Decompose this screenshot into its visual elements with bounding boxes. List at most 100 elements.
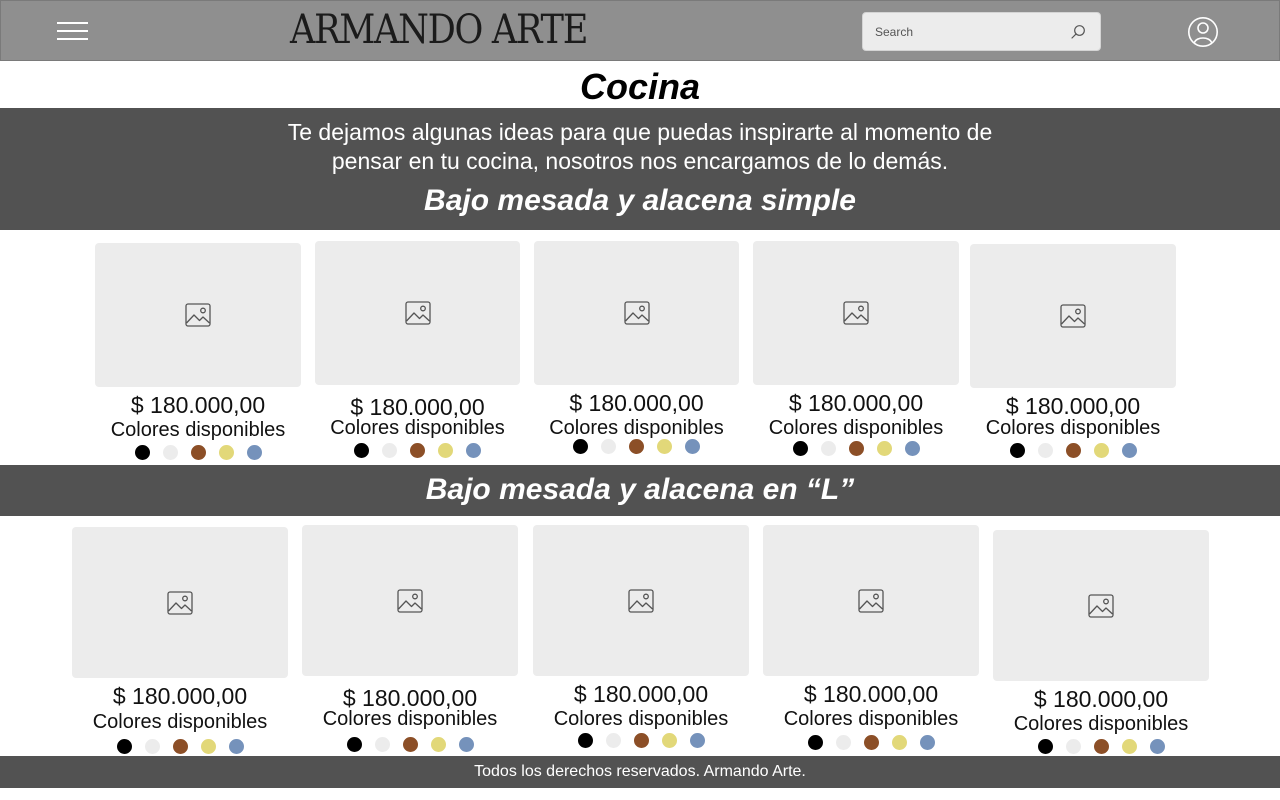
color-swatch-blue[interactable] bbox=[689, 733, 705, 748]
colors-available-label: Colores disponibles bbox=[330, 417, 505, 439]
color-swatch-white[interactable] bbox=[1037, 443, 1053, 458]
product-image[interactable] bbox=[763, 525, 979, 676]
color-swatch-brown[interactable] bbox=[402, 737, 418, 752]
color-swatch-white[interactable] bbox=[162, 445, 178, 460]
footer-text: Todos los derechos reservados. Armando A… bbox=[474, 763, 806, 780]
colors-available-label: Colores disponibles bbox=[1013, 713, 1189, 735]
product-price: $ 180.000,00 bbox=[130, 392, 266, 418]
color-swatch-yellow[interactable] bbox=[1121, 739, 1137, 754]
site-footer: Todos los derechos reservados. Armando A… bbox=[0, 756, 1280, 788]
color-swatch-black[interactable] bbox=[116, 739, 132, 754]
color-swatch-white[interactable] bbox=[601, 439, 616, 454]
color-swatch-yellow[interactable] bbox=[876, 441, 892, 456]
image-placeholder-icon bbox=[858, 588, 884, 613]
color-swatches bbox=[970, 443, 1176, 461]
color-swatch-blue[interactable] bbox=[685, 439, 700, 454]
color-swatch-black[interactable] bbox=[573, 439, 588, 454]
color-swatches bbox=[315, 443, 520, 461]
image-placeholder-icon bbox=[843, 301, 869, 325]
color-swatch-blue[interactable] bbox=[228, 739, 244, 754]
color-swatch-brown[interactable] bbox=[190, 445, 206, 460]
product-image[interactable] bbox=[302, 525, 518, 676]
color-swatch-black[interactable] bbox=[807, 735, 823, 750]
colors-available-label: Colores disponibles bbox=[553, 708, 729, 730]
section-title-l: Bajo mesada y alacena en “L” bbox=[425, 473, 855, 506]
color-swatch-white[interactable] bbox=[382, 443, 397, 458]
color-swatch-white[interactable] bbox=[835, 735, 851, 750]
color-swatch-blue[interactable] bbox=[1149, 739, 1165, 754]
hamburger-menu-icon[interactable] bbox=[57, 21, 88, 41]
color-swatch-white[interactable] bbox=[605, 733, 621, 748]
product-image[interactable] bbox=[970, 244, 1176, 388]
color-swatch-yellow[interactable] bbox=[430, 737, 446, 752]
color-swatch-black[interactable] bbox=[577, 733, 593, 748]
image-placeholder-icon bbox=[167, 590, 193, 615]
color-swatch-yellow[interactable] bbox=[218, 445, 234, 460]
page-title: Cocina bbox=[579, 66, 701, 107]
color-swatch-brown[interactable] bbox=[172, 739, 188, 754]
color-swatch-black[interactable] bbox=[792, 441, 808, 456]
color-swatches bbox=[993, 739, 1209, 757]
color-swatches bbox=[534, 439, 739, 457]
color-swatch-brown[interactable] bbox=[1065, 443, 1081, 458]
color-swatches bbox=[302, 737, 518, 755]
intro-band: Te dejamos algunas ideas para que puedas… bbox=[0, 108, 1280, 230]
product-price: $ 180.000,00 bbox=[788, 390, 924, 416]
product-image[interactable] bbox=[72, 527, 288, 678]
color-swatch-blue[interactable] bbox=[919, 735, 935, 750]
color-swatch-brown[interactable] bbox=[863, 735, 879, 750]
product-image[interactable] bbox=[993, 530, 1209, 681]
product-image[interactable] bbox=[533, 525, 749, 676]
color-swatch-yellow[interactable] bbox=[661, 733, 677, 748]
color-swatch-brown[interactable] bbox=[633, 733, 649, 748]
intro-text: Te dejamos algunas ideas para que puedas… bbox=[240, 118, 1040, 176]
color-swatch-blue[interactable] bbox=[466, 443, 481, 458]
product-price: $ 180.000,00 bbox=[1005, 393, 1141, 419]
product-price: $ 180.000,00 bbox=[112, 683, 248, 709]
colors-available-label: Colores disponibles bbox=[322, 708, 498, 730]
image-placeholder-icon bbox=[185, 303, 211, 327]
colors-available-label: Colores disponibles bbox=[783, 708, 959, 730]
color-swatch-white[interactable] bbox=[1065, 739, 1081, 754]
product-price: $ 180.000,00 bbox=[1033, 686, 1169, 712]
color-swatch-brown[interactable] bbox=[410, 443, 425, 458]
product-image[interactable] bbox=[753, 241, 959, 385]
color-swatch-yellow[interactable] bbox=[438, 443, 453, 458]
search-icon[interactable] bbox=[1070, 24, 1086, 40]
color-swatch-black[interactable] bbox=[1009, 443, 1025, 458]
color-swatch-brown[interactable] bbox=[629, 439, 644, 454]
product-image[interactable] bbox=[315, 241, 520, 385]
color-swatch-blue[interactable] bbox=[246, 445, 262, 460]
search-input[interactable] bbox=[875, 22, 1055, 42]
site-logo[interactable]: ARMANDO ARTE bbox=[290, 7, 588, 53]
color-swatch-black[interactable] bbox=[134, 445, 150, 460]
product-price: $ 180.000,00 bbox=[573, 681, 709, 707]
color-swatches bbox=[95, 445, 301, 463]
color-swatch-yellow[interactable] bbox=[200, 739, 216, 754]
product-image[interactable] bbox=[95, 243, 301, 387]
color-swatch-blue[interactable] bbox=[904, 441, 920, 456]
user-account-icon[interactable] bbox=[1187, 16, 1219, 48]
color-swatch-yellow[interactable] bbox=[1093, 443, 1109, 458]
color-swatches bbox=[763, 735, 979, 753]
color-swatch-black[interactable] bbox=[346, 737, 362, 752]
color-swatch-white[interactable] bbox=[374, 737, 390, 752]
color-swatch-yellow[interactable] bbox=[657, 439, 672, 454]
color-swatch-blue[interactable] bbox=[1121, 443, 1137, 458]
image-placeholder-icon bbox=[1088, 593, 1114, 618]
colors-available-label: Colores disponibles bbox=[985, 417, 1161, 439]
search-bar bbox=[862, 12, 1101, 51]
color-swatch-brown[interactable] bbox=[1093, 739, 1109, 754]
product-image[interactable] bbox=[534, 241, 739, 385]
color-swatch-black[interactable] bbox=[354, 443, 369, 458]
color-swatch-white[interactable] bbox=[144, 739, 160, 754]
colors-available-label: Colores disponibles bbox=[549, 417, 724, 439]
image-placeholder-icon bbox=[623, 301, 650, 325]
colors-available-label: Colores disponibles bbox=[110, 419, 286, 441]
color-swatch-brown[interactable] bbox=[848, 441, 864, 456]
intro-line-1: Te dejamos algunas ideas para que puedas… bbox=[287, 119, 993, 145]
color-swatch-yellow[interactable] bbox=[891, 735, 907, 750]
color-swatch-black[interactable] bbox=[1037, 739, 1053, 754]
color-swatch-white[interactable] bbox=[820, 441, 836, 456]
color-swatch-blue[interactable] bbox=[458, 737, 474, 752]
